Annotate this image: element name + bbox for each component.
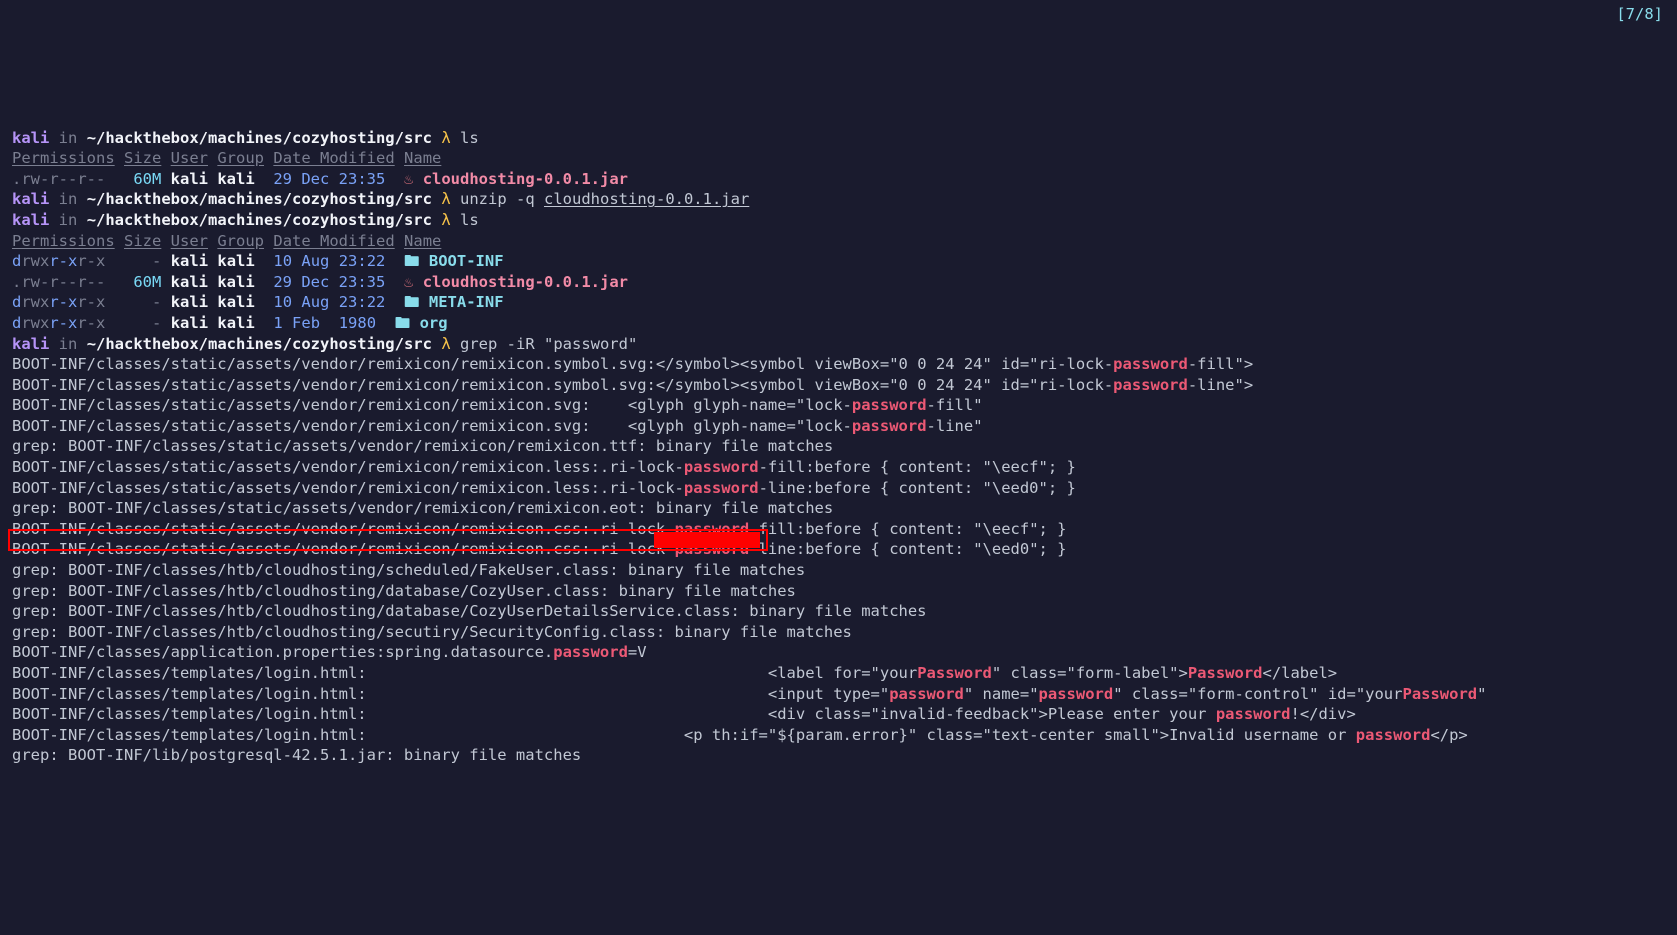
grep-line: grep: BOOT-INF/classes/htb/cloudhosting/… (12, 582, 796, 600)
header-user: User (171, 232, 208, 250)
grep-line-highlighted: BOOT-INF/classes/application.properties:… (12, 643, 647, 661)
folder-icon: 🖿 (395, 314, 411, 332)
prompt-path: ~/hackthebox/machines/cozyhosting/src (87, 190, 432, 208)
grep-line: BOOT-INF/classes/static/assets/vendor/re… (12, 458, 1076, 476)
ls-file: org (420, 314, 448, 332)
ls-group: kali (217, 252, 254, 270)
prompt-in: in (59, 190, 78, 208)
ls-perm: .rw-r--r-- (12, 170, 105, 188)
grep-line: grep: BOOT-INF/classes/htb/cloudhosting/… (12, 623, 852, 641)
ls-perm: d (12, 293, 21, 311)
grep-line: BOOT-INF/classes/static/assets/vendor/re… (12, 540, 1067, 558)
prompt-user: kali (12, 335, 49, 353)
grep-line: grep: BOOT-INF/classes/htb/cloudhosting/… (12, 602, 927, 620)
cmd-unzip: unzip -q (460, 190, 535, 208)
ls-group: kali (217, 293, 254, 311)
prompt-lambda: λ (441, 211, 450, 229)
status-counter: [7/8] (1616, 4, 1663, 25)
ls-file: cloudhosting-0.0.1.jar (423, 273, 628, 291)
prompt-user: kali (12, 190, 49, 208)
ls-owner: kali (171, 252, 208, 270)
ls-file: cloudhosting-0.0.1.jar (423, 170, 628, 188)
ls-file: META-INF (429, 293, 504, 311)
prompt-lambda: λ (441, 129, 450, 147)
grep-line: BOOT-INF/classes/templates/login.html: <… (12, 664, 1337, 682)
ls-size: - (152, 293, 161, 311)
header-name: Name (404, 232, 441, 250)
grep-line: grep: BOOT-INF/lib/postgresql-42.5.1.jar… (12, 746, 581, 764)
prompt-in: in (59, 129, 78, 147)
prompt-user: kali (12, 211, 49, 229)
prompt-lambda: λ (441, 335, 450, 353)
header-perm: Permissions (12, 232, 115, 250)
header-group: Group (217, 149, 264, 167)
ls-size: - (152, 314, 161, 332)
grep-line: BOOT-INF/classes/static/assets/vendor/re… (12, 396, 983, 414)
terminal-output[interactable]: kali in ~/hackthebox/machines/cozyhostin… (12, 128, 1665, 766)
prompt-in: in (59, 211, 78, 229)
header-size: Size (124, 149, 161, 167)
cmd-ls: ls (460, 211, 479, 229)
header-group: Group (217, 232, 264, 250)
header-name: Name (404, 149, 441, 167)
grep-line: grep: BOOT-INF/classes/static/assets/ven… (12, 499, 833, 517)
header-date: Date Modified (273, 232, 394, 250)
grep-line: BOOT-INF/classes/templates/login.html: <… (12, 705, 1356, 723)
grep-line: BOOT-INF/classes/templates/login.html: <… (12, 726, 1468, 744)
ls-size: - (152, 252, 161, 270)
cmd-grep: grep -iR "password" (460, 335, 637, 353)
prompt-path: ~/hackthebox/machines/cozyhosting/src (87, 211, 432, 229)
prompt-user: kali (12, 129, 49, 147)
ls-owner: kali (171, 170, 208, 188)
ls-date: 29 Dec 23:35 (273, 170, 385, 188)
grep-line: grep: BOOT-INF/classes/htb/cloudhosting/… (12, 561, 805, 579)
header-user: User (171, 149, 208, 167)
prompt-lambda: λ (441, 190, 450, 208)
prompt-path: ~/hackthebox/machines/cozyhosting/src (87, 129, 432, 147)
ls-perm: d (12, 314, 21, 332)
grep-line: grep: BOOT-INF/classes/static/assets/ven… (12, 437, 833, 455)
grep-line: BOOT-INF/classes/static/assets/vendor/re… (12, 417, 983, 435)
ls-owner: kali (171, 273, 208, 291)
java-icon: ♨ (404, 273, 413, 291)
ls-perm: .rw-r--r-- (12, 273, 105, 291)
cmd-ls: ls (460, 129, 479, 147)
cmd-unzip-arg: cloudhosting-0.0.1.jar (544, 190, 749, 208)
ls-date: 10 Aug 23:22 (273, 252, 385, 270)
ls-size: 60M (133, 273, 161, 291)
grep-line: BOOT-INF/classes/static/assets/vendor/re… (12, 520, 1067, 538)
prompt-path: ~/hackthebox/machines/cozyhosting/src (87, 335, 432, 353)
java-icon: ♨ (404, 170, 413, 188)
header-size: Size (124, 232, 161, 250)
grep-line: BOOT-INF/classes/static/assets/vendor/re… (12, 479, 1076, 497)
ls-owner: kali (171, 293, 208, 311)
folder-icon: 🖿 (404, 252, 420, 270)
prompt-in: in (59, 335, 78, 353)
grep-line: BOOT-INF/classes/static/assets/vendor/re… (12, 376, 1253, 394)
ls-date: 10 Aug 23:22 (273, 293, 385, 311)
ls-file: BOOT-INF (429, 252, 504, 270)
ls-date: 1 Feb 1980 (273, 314, 376, 332)
ls-size: 60M (133, 170, 161, 188)
folder-icon: 🖿 (404, 293, 420, 311)
ls-group: kali (217, 170, 254, 188)
ls-perm: d (12, 252, 21, 270)
ls-group: kali (217, 314, 254, 332)
ls-date: 29 Dec 23:35 (273, 273, 385, 291)
header-perm: Permissions (12, 149, 115, 167)
ls-owner: kali (171, 314, 208, 332)
header-date: Date Modified (273, 149, 394, 167)
grep-line: BOOT-INF/classes/static/assets/vendor/re… (12, 355, 1253, 373)
ls-group: kali (217, 273, 254, 291)
